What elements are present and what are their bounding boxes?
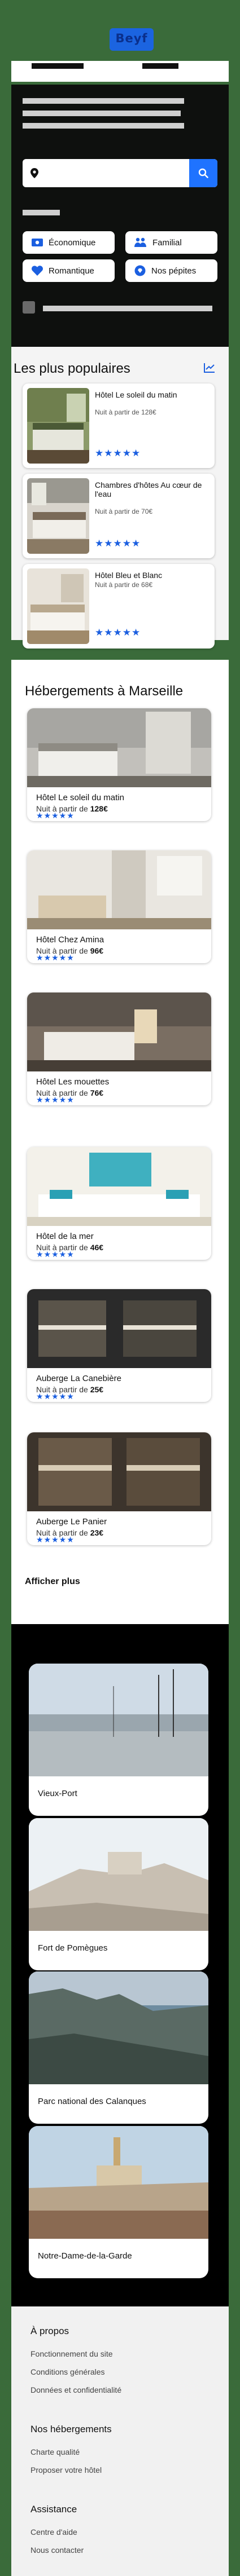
place-name: Parc national des Calanques bbox=[38, 2097, 146, 2106]
chip-label: Familial bbox=[152, 237, 182, 248]
hero-text-line-3 bbox=[23, 123, 184, 129]
hotel-price: Nuit à partir de 128€ bbox=[95, 408, 156, 416]
search-bar bbox=[23, 159, 217, 187]
place-card[interactable]: Fort de Pomègues bbox=[29, 1818, 208, 1970]
site-footer: À propos Fonctionnement du site Conditio… bbox=[11, 2306, 229, 2576]
rating-stars: ★★★★★ bbox=[95, 538, 141, 549]
place-photo bbox=[29, 1664, 208, 1776]
trend-icon bbox=[204, 363, 215, 373]
hotel-photo bbox=[27, 708, 211, 787]
footer-link[interactable]: Fonctionnement du site bbox=[30, 2349, 113, 2358]
money-icon bbox=[32, 239, 43, 246]
hotel-name: Hôtel Bleu et Blanc bbox=[95, 571, 163, 580]
place-name: Notre-Dame-de-la-Garde bbox=[38, 2251, 132, 2261]
accommodation-card[interactable]: Auberge Le Panier Nuit à partir de 23€ ★… bbox=[27, 1432, 211, 1545]
rating-stars: ★★★★★ bbox=[36, 1095, 75, 1104]
chip-label: Nos pépites bbox=[151, 266, 197, 276]
accommodation-card[interactable]: Auberge La Canebière Nuit à partir de 25… bbox=[27, 1289, 211, 1402]
promo-text bbox=[43, 306, 212, 311]
hotel-name: Auberge La Canebière bbox=[36, 1374, 121, 1383]
place-photo bbox=[29, 1818, 208, 1931]
search-input[interactable] bbox=[45, 166, 158, 180]
search-button[interactable] bbox=[189, 159, 217, 187]
hotel-name: Hôtel de la mer bbox=[36, 1232, 94, 1241]
popular-title: Les plus populaires bbox=[14, 361, 130, 376]
place-card[interactable]: Vieux-Port bbox=[29, 1664, 208, 1816]
rating-stars: ★★★★★ bbox=[36, 811, 75, 820]
hotel-name: Hôtel Chez Amina bbox=[36, 935, 104, 945]
accommodation-card[interactable]: Hôtel Le soleil du matin Nuit à partir d… bbox=[27, 708, 211, 821]
site-logo[interactable]: Beyf bbox=[110, 28, 154, 51]
popular-card[interactable]: Hôtel Le soleil du matin Nuit à partir d… bbox=[23, 383, 215, 468]
hotel-photo bbox=[27, 1432, 211, 1511]
heart-icon bbox=[32, 266, 43, 276]
location-pin-icon bbox=[30, 168, 38, 178]
footer-link[interactable]: Charte qualité bbox=[30, 2447, 80, 2456]
popular-card[interactable]: Hôtel Bleu et Blanc Nuit à partir de 68€… bbox=[23, 564, 215, 649]
chip-nos-pepites[interactable]: Nos pépites bbox=[125, 259, 217, 282]
place-name: Vieux-Port bbox=[38, 1789, 77, 1798]
rating-stars: ★★★★★ bbox=[36, 1250, 75, 1259]
footer-link[interactable]: Proposer votre hôtel bbox=[30, 2465, 102, 2474]
footer-heading-about: À propos bbox=[30, 2326, 69, 2336]
place-photo bbox=[29, 1971, 208, 2084]
footer-link[interactable]: Données et confidentialité bbox=[30, 2385, 121, 2394]
hotel-photo bbox=[27, 568, 89, 644]
hotel-name: Chambres d'hôtes Au cœur de l'eau bbox=[95, 480, 202, 499]
place-photo bbox=[29, 2126, 208, 2239]
hotel-photo bbox=[27, 1289, 211, 1368]
hotel-price: Nuit à partir de 68€ bbox=[95, 581, 153, 589]
footer-link[interactable]: Conditions générales bbox=[30, 2367, 105, 2376]
place-card[interactable]: Notre-Dame-de-la-Garde bbox=[29, 2126, 208, 2278]
hotel-name: Auberge Le Panier bbox=[36, 1517, 107, 1527]
hotel-name: Hôtel Les mouettes bbox=[36, 1077, 110, 1087]
chip-label: Romantique bbox=[49, 266, 94, 276]
hotel-name: Hôtel Le soleil du matin bbox=[95, 390, 177, 399]
chip-label: Économique bbox=[49, 237, 96, 248]
footer-heading-assistance: Assistance bbox=[30, 2504, 77, 2515]
rating-stars: ★★★★★ bbox=[36, 1535, 75, 1544]
footer-link[interactable]: Nous contacter bbox=[30, 2546, 84, 2555]
accommodations-title: Hébergements à Marseille bbox=[25, 683, 184, 699]
rating-stars: ★★★★★ bbox=[36, 953, 75, 962]
footer-link[interactable]: Centre d'aide bbox=[30, 2528, 77, 2537]
popular-card[interactable]: Chambres d'hôtes Au cœur de l'eau Nuit à… bbox=[23, 474, 215, 558]
nav-bar bbox=[11, 61, 229, 82]
hotel-price: Nuit à partir de 70€ bbox=[95, 508, 153, 515]
hotel-photo bbox=[27, 388, 89, 464]
rating-stars: ★★★★★ bbox=[95, 448, 141, 458]
accommodation-card[interactable]: Hôtel Les mouettes Nuit à partir de 76€ … bbox=[27, 993, 211, 1105]
nav-link-1[interactable] bbox=[32, 63, 84, 69]
logo-text: Beyf bbox=[115, 32, 148, 45]
hotel-photo bbox=[27, 1147, 211, 1226]
chip-economique[interactable]: Économique bbox=[23, 231, 115, 254]
show-more-link[interactable]: Afficher plus bbox=[25, 1577, 80, 1587]
gem-icon bbox=[134, 265, 146, 276]
family-icon bbox=[134, 237, 146, 247]
place-card[interactable]: Parc national des Calanques bbox=[29, 1971, 208, 2124]
site-header: Beyf bbox=[11, 0, 229, 82]
accommodation-card[interactable]: Hôtel Chez Amina Nuit à partir de 96€ ★★… bbox=[27, 850, 211, 963]
chip-romantique[interactable]: Romantique bbox=[23, 259, 115, 282]
promo-icon bbox=[23, 301, 35, 314]
chip-familial[interactable]: Familial bbox=[125, 231, 217, 254]
filter-label bbox=[23, 210, 60, 215]
search-icon bbox=[198, 168, 208, 178]
hero-section: Économique Familial Romantique Nos pépit… bbox=[11, 85, 229, 352]
hotel-photo bbox=[27, 478, 89, 554]
accommodation-card[interactable]: Hôtel de la mer Nuit à partir de 46€ ★★★… bbox=[27, 1147, 211, 1260]
hotel-photo bbox=[27, 993, 211, 1071]
hotel-photo bbox=[27, 850, 211, 929]
rating-stars: ★★★★★ bbox=[36, 1392, 75, 1401]
rating-stars: ★★★★★ bbox=[95, 627, 141, 638]
hotel-name: Hôtel Le soleil du matin bbox=[36, 793, 124, 802]
hero-text-line-1 bbox=[23, 98, 184, 104]
place-name: Fort de Pomègues bbox=[38, 1943, 108, 1953]
nav-link-2[interactable] bbox=[142, 63, 178, 69]
hero-text-line-2 bbox=[23, 111, 181, 116]
footer-heading-accommodations: Nos hébergements bbox=[30, 2424, 112, 2434]
